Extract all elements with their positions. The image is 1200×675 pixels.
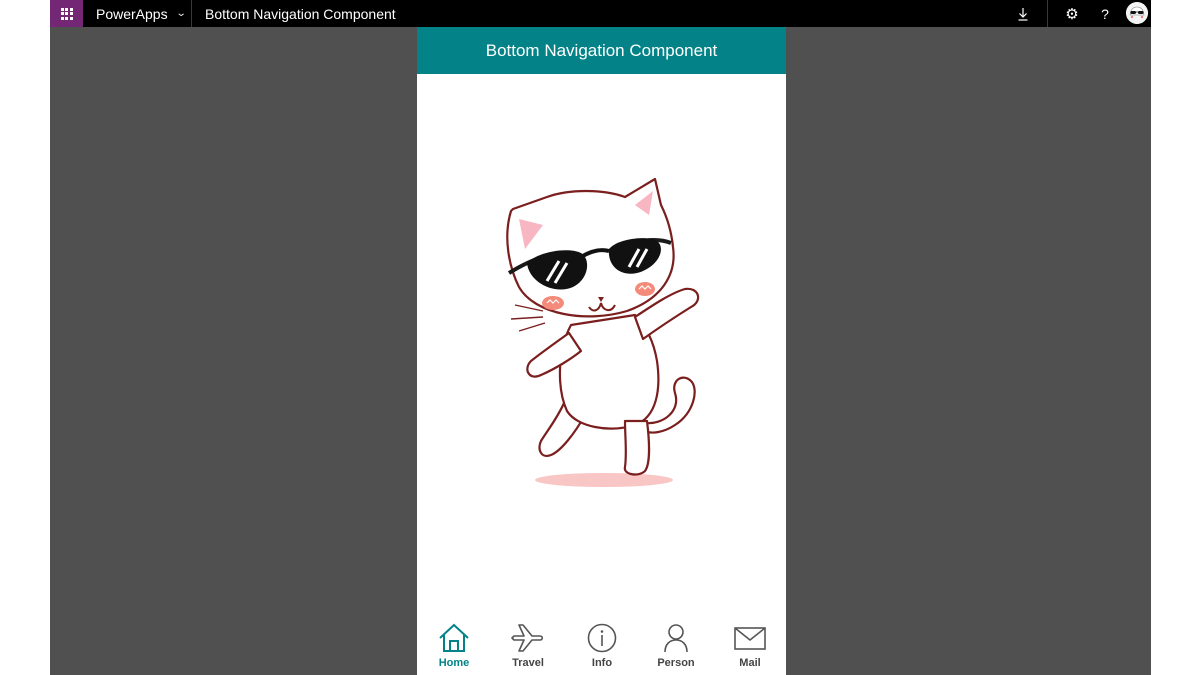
home-icon (439, 623, 469, 652)
studio-preview-area: PowerApps ⌄ Bottom Navigation Component … (50, 0, 1151, 675)
avatar-image (1126, 2, 1148, 24)
user-avatar[interactable] (1126, 2, 1148, 24)
app-launcher-button[interactable] (50, 0, 83, 27)
settings-gear-icon: ⚙ (1065, 5, 1079, 23)
suite-header-bar: PowerApps ⌄ Bottom Navigation Component … (50, 0, 1151, 27)
nav-label-home: Home (438, 657, 470, 669)
info-icon (587, 623, 617, 653)
nav-item-mail[interactable]: Mail (713, 617, 786, 675)
nav-label-person: Person (657, 657, 695, 669)
mail-icon (734, 627, 766, 650)
app-switcher[interactable]: PowerApps ⌄ (83, 0, 191, 27)
app-name: PowerApps (96, 5, 168, 22)
nav-item-info[interactable]: Info (565, 617, 639, 675)
help-button[interactable]: ? (1095, 0, 1115, 27)
download-button[interactable] (1013, 0, 1033, 27)
chevron-down-icon: ⌄ (175, 8, 187, 19)
dancing-cat-illustration (506, 177, 700, 487)
nav-item-person[interactable]: Person (639, 617, 713, 675)
cat-shadow (535, 473, 673, 487)
divider (191, 0, 192, 27)
app-header-title: Bottom Navigation Component (485, 40, 718, 60)
app-launcher-icon (60, 7, 73, 20)
document-title: Bottom Navigation Component (205, 5, 396, 22)
nav-item-home[interactable]: Home (417, 617, 491, 675)
bottom-navigation: Home Travel Info Person Mail (417, 617, 786, 675)
download-icon (1018, 7, 1028, 21)
app-header: Bottom Navigation Component (417, 27, 786, 74)
settings-button[interactable]: ⚙ (1062, 0, 1082, 27)
help-icon: ? (1101, 5, 1109, 22)
nav-label-info: Info (591, 657, 613, 669)
nav-label-mail: Mail (739, 657, 761, 669)
nav-item-travel[interactable]: Travel (491, 617, 565, 675)
person-icon (664, 624, 688, 653)
airplane-icon (511, 624, 544, 652)
app-canvas: Bottom Navigation Component Home Travel … (417, 27, 786, 675)
divider (1047, 0, 1048, 27)
nav-label-travel: Travel (512, 657, 544, 669)
